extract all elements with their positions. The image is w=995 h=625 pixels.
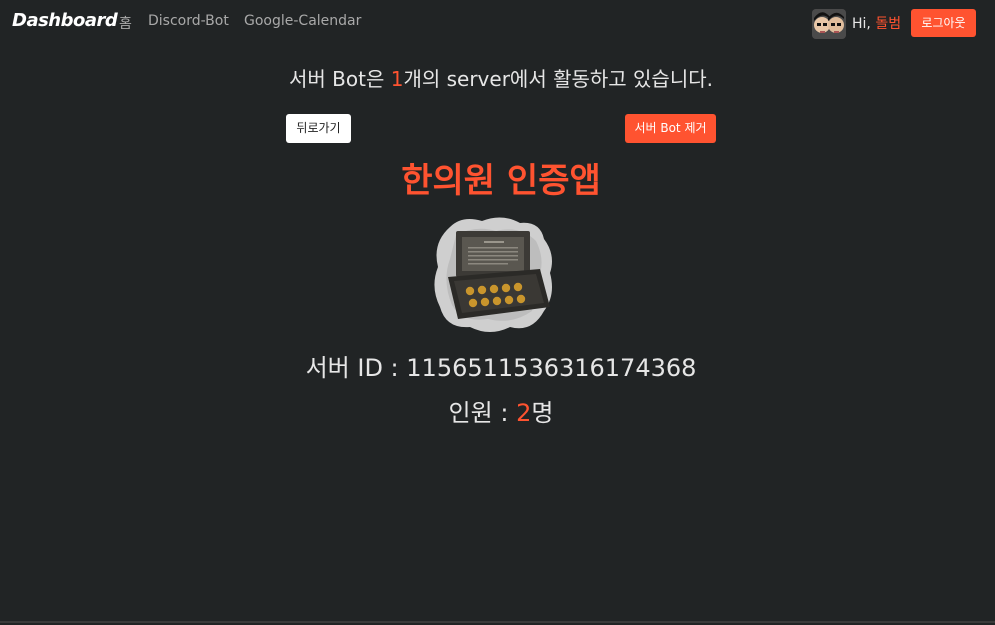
headline-prefix: 서버 Bot은 [289, 67, 391, 91]
headline-suffix: 개의 server에서 활동하고 있습니다. [403, 67, 713, 91]
bot-activity-headline: 서버 Bot은 1개의 server에서 활동하고 있습니다. [0, 63, 995, 92]
user-greeting: Hi, 돌범 [852, 13, 901, 33]
server-count: 1 [390, 67, 404, 91]
member-count-value: 2 [516, 399, 532, 427]
nav-link-google-calendar[interactable]: Google-Calendar [244, 13, 361, 29]
server-name: 한의원 인증앱 [401, 161, 601, 201]
server-id-label: 서버 ID : [305, 354, 407, 382]
footer-divider [0, 621, 995, 623]
member-count: 인원 : 2명 [0, 393, 995, 428]
navbar: Dashboard 홈 Discord-Bot Google-Calendar … [0, 0, 995, 44]
member-count-unit: 명 [531, 399, 554, 427]
back-button[interactable]: 뒤로가기 [286, 114, 351, 143]
nav-link-discord-bot[interactable]: Discord-Bot [148, 13, 229, 29]
remove-bot-button[interactable]: 서버 Bot 제거 [625, 114, 716, 143]
logout-button[interactable]: 로그아웃 [911, 9, 976, 37]
member-count-label: 인원 : [448, 399, 517, 427]
nav-link-home[interactable]: 홈 [119, 13, 132, 33]
server-icon [432, 215, 556, 335]
server-id-value: 1156511536316174368 [406, 354, 697, 382]
greeting-prefix: Hi, [852, 16, 871, 32]
server-id: 서버 ID : 1156511536316174368 [0, 348, 995, 383]
username: 돌범 [875, 16, 902, 32]
brand-logo[interactable]: Dashboard [12, 10, 118, 31]
user-avatar-icon [812, 9, 846, 39]
